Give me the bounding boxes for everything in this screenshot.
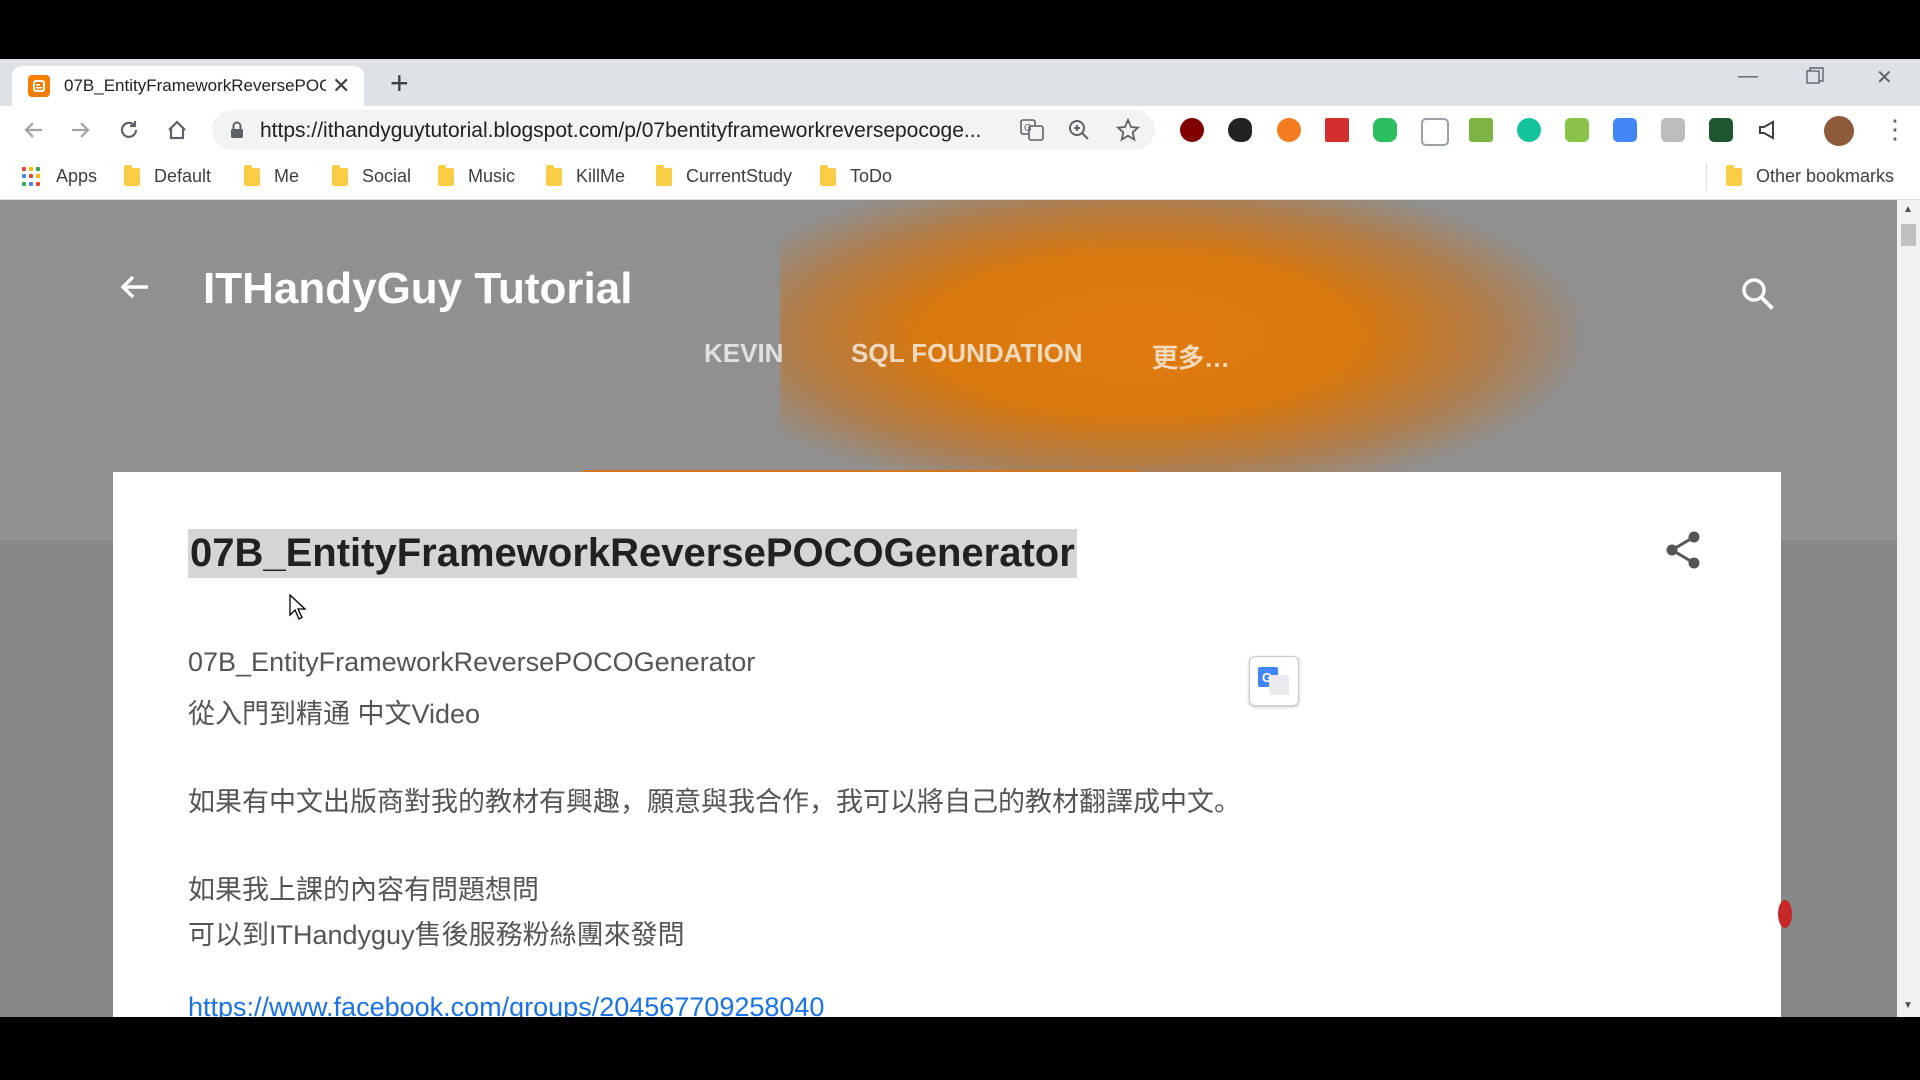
nav-sql-foundation[interactable]: SQL FOUNDATION xyxy=(851,338,1083,369)
bookmark-social[interactable]: Social xyxy=(332,164,412,187)
close-window-icon[interactable]: ✕ xyxy=(1876,65,1893,90)
folder-icon xyxy=(332,164,348,186)
tab-strip: 07B_EntityFrameworkReversePOCOGenerator … xyxy=(0,59,1920,106)
bookmark-killme[interactable]: KillMe xyxy=(546,164,626,187)
bookmark-label: Me xyxy=(274,166,300,186)
bookmark-default[interactable]: Default xyxy=(124,164,212,187)
folder-icon xyxy=(546,164,562,186)
search-icon[interactable] xyxy=(1740,276,1776,317)
nav-kevin[interactable]: KEVIN xyxy=(704,338,783,369)
folder-icon xyxy=(438,164,454,186)
post-title: 07B_EntityFrameworkReversePOCOGenerator xyxy=(188,529,1077,578)
nav-more[interactable]: 更多… xyxy=(1152,338,1230,375)
bookmarks-separator xyxy=(1706,164,1707,190)
post-line-3: 如果有中文出版商對我的教材有興趣，願意與我合作，我可以將自己的教材翻譯成中文。 xyxy=(188,787,1241,817)
browser-tab[interactable]: 07B_EntityFrameworkReversePOCOGenerator … xyxy=(12,66,364,106)
bookmark-label: Social xyxy=(362,166,412,186)
bookmark-music[interactable]: Music xyxy=(438,164,516,187)
browser-window: 07B_EntityFrameworkReversePOCOGenerator … xyxy=(0,59,1920,1017)
page-scrollbar[interactable]: ▲ ▼ xyxy=(1897,200,1920,1017)
profile-avatar[interactable] xyxy=(1824,116,1854,146)
post-line-5: 可以到ITHandyguy售後服務粉絲團來發問 xyxy=(188,920,685,950)
home-icon[interactable] xyxy=(163,116,191,144)
post-line-4: 如果我上課的內容有問題想問 xyxy=(188,875,539,905)
ext-red-book-icon[interactable] xyxy=(1325,118,1349,142)
toolbar: https://ithandyguytutorial.blogspot.com/… xyxy=(0,106,1920,154)
bookmark-label: Apps xyxy=(56,166,98,186)
svg-text:G: G xyxy=(1262,670,1272,685)
reload-icon[interactable] xyxy=(115,116,143,144)
bookmark-label: Default xyxy=(154,166,212,186)
post-card: 07B_EntityFrameworkReversePOCOGenerator … xyxy=(113,472,1781,1017)
ublock-icon[interactable] xyxy=(1180,118,1204,142)
google-translate-popup-icon[interactable]: G xyxy=(1249,656,1299,706)
folder-icon xyxy=(244,164,260,186)
bookmark-label: ToDo xyxy=(850,166,893,186)
google-translate-icon[interactable] xyxy=(1613,118,1637,142)
bookmark-label: Music xyxy=(468,166,516,186)
grammarly-icon[interactable] xyxy=(1517,118,1541,142)
folder-icon xyxy=(656,164,672,186)
ext-abc-check-icon[interactable] xyxy=(1469,118,1493,142)
bookmarks-bar: Apps Default Me Social Music KillMe Curr… xyxy=(0,154,1920,200)
bookmark-apps[interactable]: Apps xyxy=(22,166,97,187)
url-text[interactable]: https://ithandyguytutorial.blogspot.com/… xyxy=(260,119,1010,143)
menu-icon[interactable]: ⋮ xyxy=(1882,116,1908,142)
folder-icon xyxy=(124,164,140,186)
post-line-1: 07B_EntityFrameworkReversePOCOGenerator xyxy=(188,647,756,677)
ext-download-icon[interactable] xyxy=(1709,118,1733,142)
post-line-2: 從入門到精通 中文Video xyxy=(188,699,481,729)
minimize-icon[interactable]: — xyxy=(1738,65,1758,88)
folder-icon xyxy=(820,164,836,186)
ext-white-icon[interactable] xyxy=(1421,118,1449,146)
address-bar[interactable]: https://ithandyguytutorial.blogspot.com/… xyxy=(212,110,1155,150)
facebook-group-link[interactable]: https://www.facebook.com/groups/20456770… xyxy=(188,992,824,1017)
folder-icon xyxy=(1726,164,1742,186)
floating-widget-icon[interactable] xyxy=(1778,900,1792,928)
ext-gray-icon[interactable] xyxy=(1661,118,1685,142)
zoom-icon[interactable] xyxy=(1068,119,1090,146)
new-tab-button[interactable]: + xyxy=(390,67,409,99)
svg-text:G: G xyxy=(1024,123,1032,134)
scroll-up-icon[interactable]: ▲ xyxy=(1903,204,1913,215)
ext-megaphone-icon[interactable] xyxy=(1757,118,1781,142)
bookmark-me[interactable]: Me xyxy=(244,164,300,187)
scroll-thumb[interactable] xyxy=(1901,224,1916,246)
forward-icon[interactable] xyxy=(66,116,94,144)
bookmark-label: Other bookmarks xyxy=(1756,166,1895,186)
apps-grid-icon xyxy=(22,166,42,187)
back-icon[interactable] xyxy=(20,116,48,144)
tab-title: 07B_EntityFrameworkReversePOCOGenerator xyxy=(64,76,326,95)
blogger-favicon-icon xyxy=(28,75,50,97)
bookmark-other[interactable]: Other bookmarks xyxy=(1726,164,1895,187)
bookmark-todo[interactable]: ToDo xyxy=(820,164,893,187)
lock-icon[interactable] xyxy=(230,121,244,144)
star-icon[interactable] xyxy=(1115,117,1141,147)
evernote-icon[interactable] xyxy=(1373,118,1397,142)
tab-close-icon[interactable]: ✕ xyxy=(332,73,350,99)
bookmark-label: CurrentStudy xyxy=(686,166,793,186)
mouse-cursor-icon xyxy=(289,593,307,625)
ext-fish-icon[interactable] xyxy=(1228,118,1252,142)
translate-icon[interactable]: G xyxy=(1020,119,1044,146)
ext-green-icon[interactable] xyxy=(1565,118,1589,142)
page-viewport: ITHandyGuy Tutorial KEVIN SQL FOUNDATION… xyxy=(0,200,1897,1017)
site-title[interactable]: ITHandyGuy Tutorial xyxy=(203,264,632,314)
restore-icon[interactable] xyxy=(1806,67,1824,91)
bookmark-currentstudy[interactable]: CurrentStudy xyxy=(656,164,793,187)
back-arrow-icon[interactable] xyxy=(118,270,152,309)
scroll-down-icon[interactable]: ▼ xyxy=(1903,1000,1913,1011)
ext-orange-icon[interactable] xyxy=(1277,118,1301,142)
bookmark-label: KillMe xyxy=(576,166,626,186)
share-icon[interactable] xyxy=(1664,530,1702,575)
